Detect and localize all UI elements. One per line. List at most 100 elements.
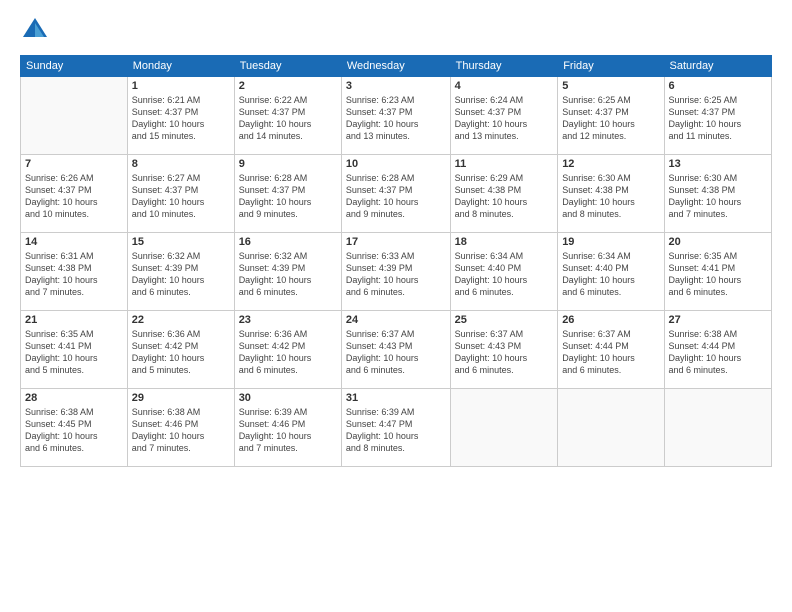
day-number: 11	[455, 158, 554, 170]
day-info: Sunrise: 6:28 AM Sunset: 4:37 PM Dayligh…	[239, 172, 337, 221]
day-number: 19	[562, 236, 659, 248]
day-number: 12	[562, 158, 659, 170]
calendar-cell: 28 Sunrise: 6:38 AM Sunset: 4:45 PM Dayli…	[21, 389, 128, 467]
day-info: Sunrise: 6:36 AM Sunset: 4:42 PM Dayligh…	[239, 328, 337, 377]
week-row: 14 Sunrise: 6:31 AM Sunset: 4:38 PM Dayli…	[21, 233, 772, 311]
day-number: 26	[562, 314, 659, 326]
day-info: Sunrise: 6:36 AM Sunset: 4:42 PM Dayligh…	[132, 328, 230, 377]
day-info: Sunrise: 6:37 AM Sunset: 4:43 PM Dayligh…	[455, 328, 554, 377]
day-info: Sunrise: 6:29 AM Sunset: 4:38 PM Dayligh…	[455, 172, 554, 221]
week-row: 21 Sunrise: 6:35 AM Sunset: 4:41 PM Dayli…	[21, 311, 772, 389]
day-number: 27	[669, 314, 767, 326]
calendar-cell: 7 Sunrise: 6:26 AM Sunset: 4:37 PM Daylig…	[21, 155, 128, 233]
calendar-cell: 19 Sunrise: 6:34 AM Sunset: 4:40 PM Dayli…	[558, 233, 664, 311]
calendar-cell: 18Sunrise: 6:34 AM Sunset: 4:40 PM Dayli…	[450, 233, 558, 311]
day-info: Sunrise: 6:32 AM Sunset: 4:39 PM Dayligh…	[239, 250, 337, 299]
header	[20, 15, 772, 45]
day-number: 13	[669, 158, 767, 170]
calendar-cell: 12 Sunrise: 6:30 AM Sunset: 4:38 PM Dayli…	[558, 155, 664, 233]
day-info: Sunrise: 6:37 AM Sunset: 4:44 PM Dayligh…	[562, 328, 659, 377]
calendar-cell	[664, 389, 771, 467]
day-number: 29	[132, 392, 230, 404]
calendar-cell: 13Sunrise: 6:30 AM Sunset: 4:38 PM Dayli…	[664, 155, 771, 233]
page: SundayMondayTuesdayWednesdayThursdayFrid…	[0, 0, 792, 612]
day-number: 10	[346, 158, 446, 170]
day-info: Sunrise: 6:25 AM Sunset: 4:37 PM Dayligh…	[562, 94, 659, 143]
calendar-cell: 3 Sunrise: 6:23 AM Sunset: 4:37 PM Daylig…	[341, 77, 450, 155]
calendar-cell: 23 Sunrise: 6:36 AM Sunset: 4:42 PM Dayli…	[234, 311, 341, 389]
calendar-cell: 17 Sunrise: 6:33 AM Sunset: 4:39 PM Dayli…	[341, 233, 450, 311]
calendar-cell: 2 Sunrise: 6:22 AM Sunset: 4:37 PM Daylig…	[234, 77, 341, 155]
day-number: 20	[669, 236, 767, 248]
day-number: 3	[346, 80, 446, 92]
calendar-cell: 20 Sunrise: 6:35 AM Sunset: 4:41 PM Dayli…	[664, 233, 771, 311]
day-info: Sunrise: 6:30 AM Sunset: 4:38 PM Dayligh…	[562, 172, 659, 221]
day-info: Sunrise: 6:37 AM Sunset: 4:43 PM Dayligh…	[346, 328, 446, 377]
weekday-header: Saturday	[664, 56, 771, 77]
day-number: 5	[562, 80, 659, 92]
day-number: 4	[455, 80, 554, 92]
day-info: Sunrise: 6:34 AM Sunset: 4:40 PM Dayligh…	[562, 250, 659, 299]
calendar-cell: 21 Sunrise: 6:35 AM Sunset: 4:41 PM Dayli…	[21, 311, 128, 389]
calendar-cell: 4 Sunrise: 6:24 AM Sunset: 4:37 PM Daylig…	[450, 77, 558, 155]
calendar-cell	[21, 77, 128, 155]
day-number: 7	[25, 158, 123, 170]
weekday-header: Monday	[127, 56, 234, 77]
day-number: 23	[239, 314, 337, 326]
day-info: Sunrise: 6:31 AM Sunset: 4:38 PM Dayligh…	[25, 250, 123, 299]
day-info: Sunrise: 6:25 AM Sunset: 4:37 PM Dayligh…	[669, 94, 767, 143]
day-number: 8	[132, 158, 230, 170]
calendar-cell: 30 Sunrise: 6:39 AM Sunset: 4:46 PM Dayli…	[234, 389, 341, 467]
calendar: SundayMondayTuesdayWednesdayThursdayFrid…	[20, 55, 772, 467]
day-number: 30	[239, 392, 337, 404]
day-info: Sunrise: 6:38 AM Sunset: 4:46 PM Dayligh…	[132, 406, 230, 455]
day-number: 15	[132, 236, 230, 248]
day-number: 14	[25, 236, 123, 248]
calendar-cell: 25 Sunrise: 6:37 AM Sunset: 4:43 PM Dayli…	[450, 311, 558, 389]
weekday-header: Thursday	[450, 56, 558, 77]
day-info: Sunrise: 6:38 AM Sunset: 4:45 PM Dayligh…	[25, 406, 123, 455]
day-info: Sunrise: 6:26 AM Sunset: 4:37 PM Dayligh…	[25, 172, 123, 221]
day-info: Sunrise: 6:32 AM Sunset: 4:39 PM Dayligh…	[132, 250, 230, 299]
day-info: Sunrise: 6:22 AM Sunset: 4:37 PM Dayligh…	[239, 94, 337, 143]
day-info: Sunrise: 6:33 AM Sunset: 4:39 PM Dayligh…	[346, 250, 446, 299]
day-info: Sunrise: 6:39 AM Sunset: 4:47 PM Dayligh…	[346, 406, 446, 455]
day-info: Sunrise: 6:27 AM Sunset: 4:37 PM Dayligh…	[132, 172, 230, 221]
day-info: Sunrise: 6:35 AM Sunset: 4:41 PM Dayligh…	[669, 250, 767, 299]
day-info: Sunrise: 6:38 AM Sunset: 4:44 PM Dayligh…	[669, 328, 767, 377]
calendar-cell: 15 Sunrise: 6:32 AM Sunset: 4:39 PM Dayli…	[127, 233, 234, 311]
day-info: Sunrise: 6:35 AM Sunset: 4:41 PM Dayligh…	[25, 328, 123, 377]
calendar-cell: 14 Sunrise: 6:31 AM Sunset: 4:38 PM Dayli…	[21, 233, 128, 311]
day-number: 28	[25, 392, 123, 404]
calendar-cell: 26 Sunrise: 6:37 AM Sunset: 4:44 PM Dayli…	[558, 311, 664, 389]
calendar-cell: 11 Sunrise: 6:29 AM Sunset: 4:38 PM Dayli…	[450, 155, 558, 233]
calendar-cell: 22Sunrise: 6:36 AM Sunset: 4:42 PM Dayli…	[127, 311, 234, 389]
day-number: 18	[455, 236, 554, 248]
day-number: 6	[669, 80, 767, 92]
day-info: Sunrise: 6:21 AM Sunset: 4:37 PM Dayligh…	[132, 94, 230, 143]
day-info: Sunrise: 6:23 AM Sunset: 4:37 PM Dayligh…	[346, 94, 446, 143]
weekday-header: Sunday	[21, 56, 128, 77]
day-number: 21	[25, 314, 123, 326]
calendar-cell: 5 Sunrise: 6:25 AM Sunset: 4:37 PM Daylig…	[558, 77, 664, 155]
day-number: 1	[132, 80, 230, 92]
day-info: Sunrise: 6:39 AM Sunset: 4:46 PM Dayligh…	[239, 406, 337, 455]
day-number: 17	[346, 236, 446, 248]
day-number: 16	[239, 236, 337, 248]
calendar-cell: 27 Sunrise: 6:38 AM Sunset: 4:44 PM Dayli…	[664, 311, 771, 389]
day-info: Sunrise: 6:24 AM Sunset: 4:37 PM Dayligh…	[455, 94, 554, 143]
calendar-cell: 24Sunrise: 6:37 AM Sunset: 4:43 PM Dayli…	[341, 311, 450, 389]
logo-icon	[20, 15, 50, 45]
day-number: 25	[455, 314, 554, 326]
weekday-header: Tuesday	[234, 56, 341, 77]
weekday-header: Wednesday	[341, 56, 450, 77]
calendar-cell: 29 Sunrise: 6:38 AM Sunset: 4:46 PM Dayli…	[127, 389, 234, 467]
calendar-cell	[558, 389, 664, 467]
weekday-header: Friday	[558, 56, 664, 77]
day-number: 2	[239, 80, 337, 92]
day-number: 31	[346, 392, 446, 404]
week-row: 7 Sunrise: 6:26 AM Sunset: 4:37 PM Daylig…	[21, 155, 772, 233]
day-number: 9	[239, 158, 337, 170]
calendar-cell: 31 Sunrise: 6:39 AM Sunset: 4:47 PM Dayli…	[341, 389, 450, 467]
day-info: Sunrise: 6:28 AM Sunset: 4:37 PM Dayligh…	[346, 172, 446, 221]
